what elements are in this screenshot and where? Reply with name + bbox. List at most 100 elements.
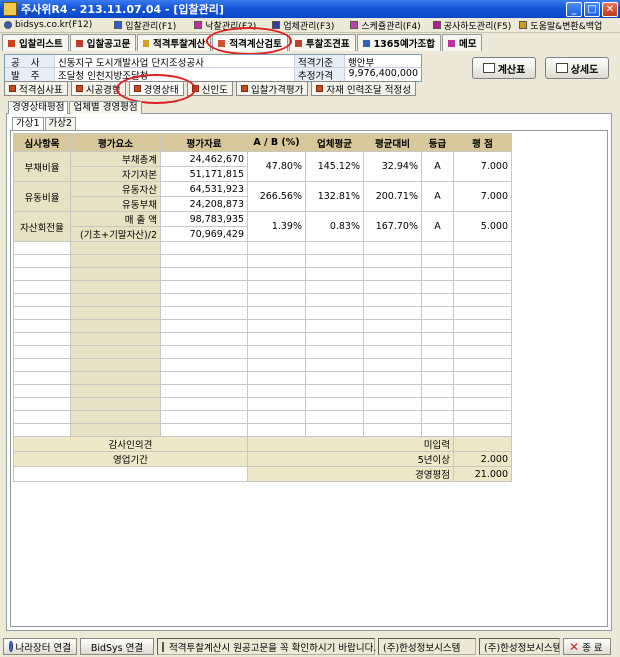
period-row: 영업기간 5년이상 2.000 [13,451,512,467]
detail-view-button[interactable]: 상세도 [545,57,609,79]
empty-cell [160,267,248,281]
empty-cell [70,358,161,372]
tab-management-score[interactable]: 경영상태평점 [8,101,69,114]
average-cell: 0.83% [305,211,364,242]
empty-cell [247,410,306,424]
menu-bidsys[interactable]: bidsys.co.kr(F12) [0,20,96,30]
empty-cell [363,332,422,346]
subtab-icon [75,85,83,92]
menu-subcontract-management[interactable]: 공사하도관리(F5) [429,19,516,32]
message-icon [162,641,164,652]
tab-icon [143,39,149,47]
narajangteo-connect-button[interactable]: 나라장터 연결 [3,638,77,655]
ratio-cell: 47.80% [247,151,306,182]
maximize-button[interactable]: □ [584,1,600,17]
empty-cell [421,410,454,424]
subtab-qualification-sheet[interactable]: 적격심사표 [4,81,68,96]
grade-cell: A [421,181,454,212]
audit-value: 미입력 [247,436,454,452]
col-element: 평가요소 [70,133,161,152]
ratio-cell: 266.56% [247,181,306,212]
status-bar: 나라장터 연결 BidSys 연결 적격투찰계산시 원공고문을 꼭 확인하시기 … [0,636,620,657]
element-cell: 유동부채 [70,196,161,212]
tab-bid-list[interactable]: 입찰리스트 [2,34,69,51]
subtab-management-status[interactable]: 경영상태 [128,81,184,96]
menu-bid-management[interactable]: 입찰관리(F1) [110,19,180,32]
printer-icon [555,63,568,73]
menu-help[interactable]: 도움말&변환&백업 [515,19,606,32]
element-cell: 매 출 액 [70,211,161,227]
minimize-button[interactable]: _ [566,1,582,17]
empty-cell [453,371,512,385]
empty-cell [363,358,422,372]
empty-cell [453,397,512,411]
menu-company-management[interactable]: 업체관리(F3) [268,19,338,32]
value-cell: 24,462,670 [160,151,248,167]
empty-cell [247,371,306,385]
empty-cell [247,254,306,268]
ratio-cell: 1.39% [247,211,306,242]
subtab-credibility[interactable]: 신인도 [186,81,233,96]
table-row: 유동비율 유동자산 64,531,923 266.56% 132.81% 200… [13,181,512,212]
empty-cell [421,423,454,437]
empty-cell [247,345,306,359]
empty-cell [363,410,422,424]
close-button[interactable]: ✕ [602,1,618,17]
audit-row: 감사인의견 미입력 [13,436,512,452]
empty-cell [363,280,422,294]
table-row [13,293,512,307]
total-spacer [13,466,248,482]
grade-cell: A [421,211,454,242]
subtab-material-labor[interactable]: 자재 인력조달 적정성 [311,81,417,96]
table-row [13,306,512,320]
empty-cell [305,358,364,372]
vs-average-cell: 200.71% [363,181,422,212]
calc-sheet-button[interactable]: 계산표 [472,57,536,79]
tab-qualified-calc[interactable]: 적격투찰계산 [137,34,212,51]
subtab-icon [9,85,16,92]
empty-cell [13,358,71,372]
empty-cell [160,423,248,437]
empty-cell [363,267,422,281]
empty-cell [363,306,422,320]
subtab-construction-experience[interactable]: 시공경험 [70,81,126,96]
empty-cell [305,384,364,398]
subtab-icon [133,85,141,92]
bidsys-connect-button[interactable]: BidSys 연결 [80,638,154,655]
estimate-value: 9,976,400,000 [348,68,418,79]
empty-cell [13,345,71,359]
exit-button[interactable]: ✕ 종 료 [563,638,611,655]
menu-schedule-management[interactable]: 스케쥴관리(F4) [346,19,424,32]
tab-qualified-review[interactable]: 적격계산검토 [212,34,288,51]
empty-cell [160,384,248,398]
empty-cell [305,410,364,424]
tab-1365-combination[interactable]: 1365예가조합 [356,34,441,51]
audit-score [453,436,512,452]
tab-icon [362,39,370,47]
tab-scenario-2[interactable]: 가상2 [44,117,77,130]
tab-icon [218,39,226,47]
subtab-bid-price[interactable]: 입찰가격평가 [235,81,309,96]
empty-cell [305,293,364,307]
schedule-icon [350,21,359,29]
criteria-label: 적격기준 [295,55,345,69]
empty-cell [247,319,306,333]
empty-cell [160,280,248,294]
menu-award-management[interactable]: 낙찰관리(F2) [190,19,260,32]
element-cell: 유동자산 [70,181,161,197]
tab-scenario-1[interactable]: 가상1 [12,117,44,130]
table-row [13,241,512,255]
score-tabs: 경영상태평점 업체별 경영평점 [8,101,143,114]
subtab-icon [240,85,248,92]
tab-bid-lookup[interactable]: 투찰조견표 [288,34,356,51]
empty-cell [247,423,306,437]
vs-average-cell: 167.70% [363,211,422,242]
tab-bid-notice[interactable]: 입찰공고문 [69,34,137,51]
empty-cell [160,358,248,372]
empty-cell [160,371,248,385]
main-tabs: 입찰리스트 입찰공고문 적격투찰계산 적격계산검토 투찰조견표 1365예가조합… [2,34,483,51]
tab-company-score[interactable]: 업체별 경영평점 [69,101,142,114]
tab-memo[interactable]: 메모 [441,34,483,51]
table-row [13,423,512,437]
empty-cell [305,280,364,294]
